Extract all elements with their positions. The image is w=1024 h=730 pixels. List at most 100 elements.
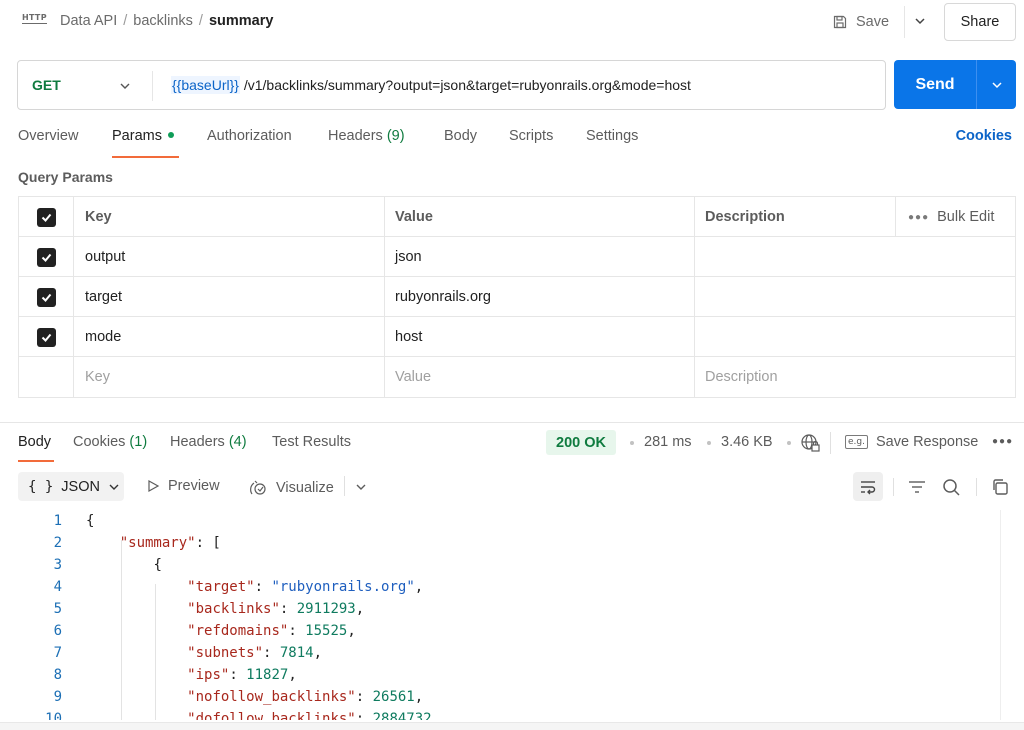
separator-dot (707, 441, 711, 445)
param-key[interactable]: target (74, 277, 385, 317)
code-line: 1{ (0, 510, 1000, 532)
json-punctuation: : (355, 711, 373, 720)
json-key: "target" (187, 579, 255, 595)
json-punctuation: : (288, 623, 306, 639)
url-path: /v1/backlinks/summary?output=json&target… (243, 77, 691, 93)
pane-divider[interactable] (0, 422, 1024, 423)
status-dot-icon (167, 132, 174, 139)
row-checkbox[interactable] (19, 237, 74, 277)
json-punctuation: { (153, 557, 162, 573)
row-checkbox[interactable] (19, 317, 74, 357)
tab-params[interactable]: Params (112, 128, 174, 144)
chevron-down-icon[interactable] (118, 79, 132, 93)
search-button[interactable] (940, 476, 962, 498)
json-punctuation: { (86, 513, 95, 529)
code-text: "backlinks": 2911293, (86, 598, 364, 620)
new-value-input[interactable]: Value (385, 357, 695, 397)
code-text: "nofollow_backlinks": 26561, (86, 686, 423, 708)
json-punctuation: : (229, 667, 247, 683)
select-all-checkbox[interactable] (19, 197, 74, 237)
param-value[interactable]: json (385, 237, 695, 277)
send-options-button[interactable] (976, 60, 1016, 109)
row-checkbox[interactable] (19, 277, 74, 317)
response-tab-body[interactable]: Body (18, 434, 51, 450)
code-text: "summary": [ (86, 532, 221, 554)
code-text: "ips": 11827, (86, 664, 297, 686)
json-key: "backlinks" (187, 601, 280, 617)
tab-settings[interactable]: Settings (586, 128, 638, 144)
new-description-input[interactable]: Description (695, 357, 895, 397)
status-badge[interactable]: 200 OK (546, 430, 616, 455)
breadcrumb-current[interactable]: summary (209, 13, 273, 29)
check-icon (36, 287, 56, 307)
param-description[interactable] (695, 277, 895, 317)
line-number: 1 (53, 513, 62, 529)
wrap-lines-button[interactable] (853, 472, 883, 501)
json-key: "nofollow_backlinks" (187, 689, 356, 705)
query-params-title: Query Params (18, 169, 113, 185)
response-tab-headers[interactable]: Headers (4) (170, 434, 247, 450)
chevron-down-icon (109, 484, 119, 490)
code-text: { (86, 554, 162, 576)
new-key-input[interactable]: Key (74, 357, 385, 397)
filter-icon (909, 481, 925, 493)
play-icon (148, 479, 160, 493)
share-button[interactable]: Share (944, 3, 1016, 41)
line-number: 9 (53, 689, 62, 705)
copy-icon (993, 479, 1008, 495)
response-time[interactable]: 281 ms (644, 434, 692, 450)
param-key[interactable]: output (74, 237, 385, 277)
more-dots-icon[interactable]: ●●● (992, 436, 1013, 447)
response-tab-test-results[interactable]: Test Results (272, 434, 351, 450)
json-number: 7814 (279, 645, 314, 661)
save-response-button[interactable]: e.g. Save Response (845, 434, 978, 450)
filter-button[interactable] (906, 476, 928, 498)
more-dots-icon: ●●● (908, 211, 930, 223)
response-size[interactable]: 3.46 KB (721, 434, 773, 450)
vertical-scrollbar[interactable] (1000, 510, 1001, 720)
chevron-down-icon[interactable] (912, 13, 928, 29)
param-value[interactable]: host (385, 317, 695, 357)
globe-lock-icon[interactable] (800, 433, 820, 453)
active-tab-indicator (112, 156, 179, 158)
response-body-code[interactable]: 1{2 "summary": [3 {4 "target": "rubyonra… (0, 510, 1000, 720)
param-value[interactable]: rubyonrails.org (385, 277, 695, 317)
visualize-button[interactable]: Visualize (248, 478, 334, 498)
visualize-icon (250, 480, 266, 495)
tab-overview[interactable]: Overview (18, 128, 78, 144)
method-select[interactable]: GET (32, 77, 61, 93)
tab-scripts[interactable]: Scripts (509, 128, 553, 144)
url-input[interactable]: {{baseUrl}} /v1/backlinks/summary?output… (171, 76, 691, 94)
line-number: 6 (53, 623, 62, 639)
copy-button[interactable] (989, 476, 1011, 498)
save-button[interactable]: Save (832, 9, 889, 35)
indent-guide (121, 540, 122, 720)
chevron-down-icon (991, 81, 1002, 88)
divider (904, 6, 905, 38)
code-line: 6 "refdomains": 15525, (0, 620, 1000, 642)
param-key[interactable]: mode (74, 317, 385, 357)
param-description[interactable] (695, 237, 895, 277)
breadcrumb-item-backlinks[interactable]: backlinks (133, 13, 193, 29)
breadcrumb-item-data-api[interactable]: Data API (60, 13, 117, 29)
response-tab-cookies[interactable]: Cookies (1) (73, 434, 147, 450)
tab-authorization[interactable]: Authorization (207, 128, 292, 144)
preview-button[interactable]: Preview (146, 478, 220, 494)
code-line: 4 "target": "rubyonrails.org", (0, 576, 1000, 598)
column-header-value: Value (385, 197, 695, 237)
tab-headers[interactable]: Headers (9) (328, 128, 405, 144)
format-select[interactable]: { } JSON (18, 472, 124, 501)
json-key: "ips" (187, 667, 230, 683)
json-string: "rubyonrails.org" (271, 579, 415, 595)
param-description[interactable] (695, 317, 895, 357)
tab-headers-count: (9) (386, 128, 405, 144)
code-text: "refdomains": 15525, (86, 620, 356, 642)
column-header-description: Description (705, 209, 785, 225)
check-icon (36, 207, 56, 227)
bulk-edit-button[interactable]: ●●● Bulk Edit (895, 197, 1015, 237)
send-button[interactable]: Send (894, 60, 976, 109)
cookies-link[interactable]: Cookies (956, 128, 1012, 144)
json-punctuation: , (288, 667, 297, 683)
chevron-down-icon[interactable] (354, 480, 368, 494)
tab-body[interactable]: Body (444, 128, 477, 144)
